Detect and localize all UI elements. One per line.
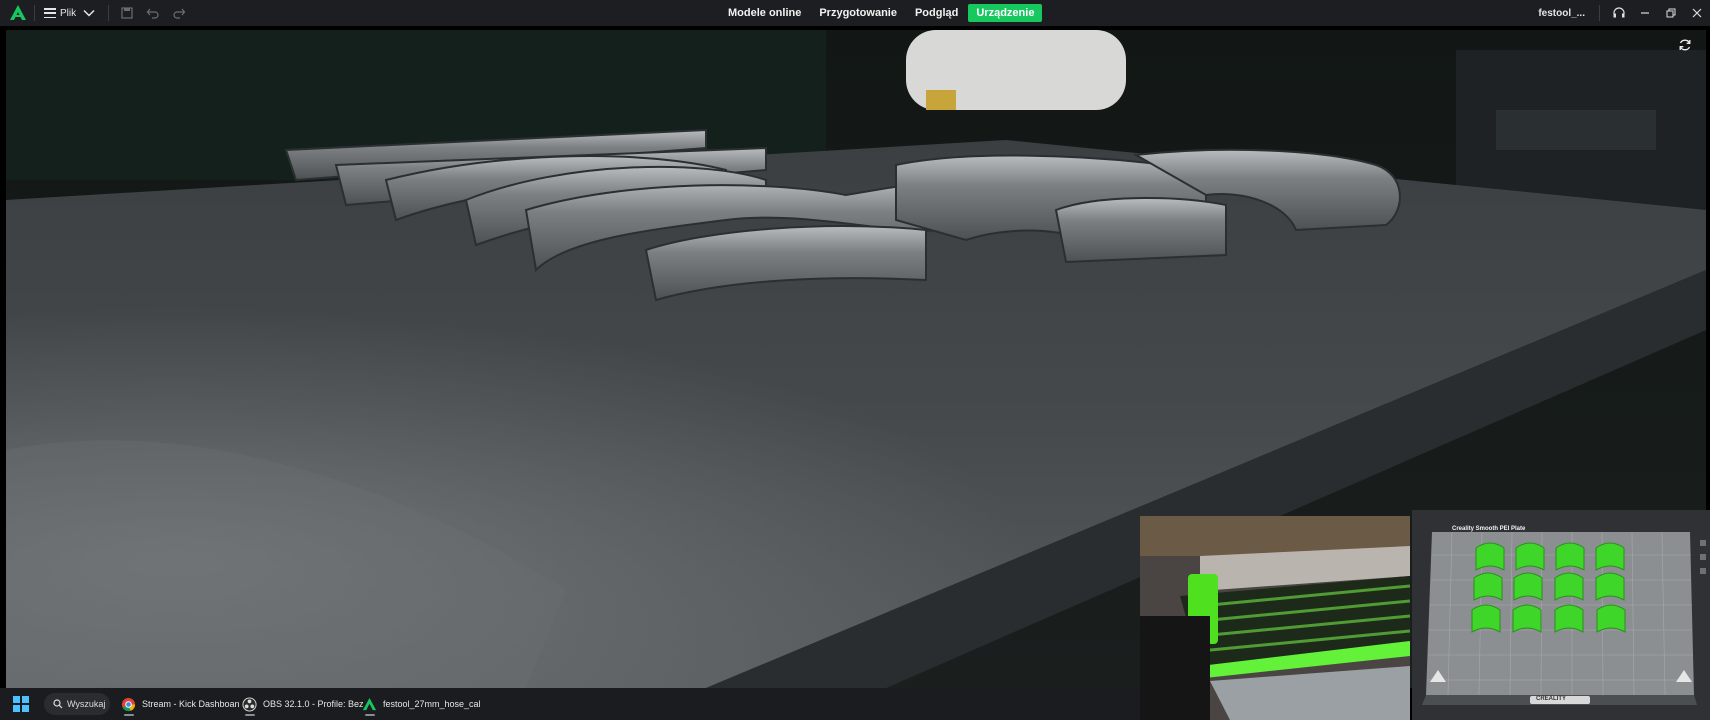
start-tile	[21, 704, 29, 712]
taskbar-item-label: OBS 32.1.0 - Profile: Bez	[263, 699, 364, 709]
redo-icon[interactable]	[172, 6, 186, 20]
running-indicator	[245, 714, 255, 716]
taskbar-item-chrome[interactable]: Stream - Kick Dashboan	[121, 692, 240, 716]
close-icon	[1692, 8, 1702, 18]
title-bar: Plik Modele online Przygotowanie Podgląd…	[0, 0, 1710, 26]
start-tile	[21, 696, 29, 704]
tab-prepare[interactable]: Przygotowanie	[811, 4, 905, 22]
plate-name-label: Creality Smooth PEI Plate	[1452, 526, 1526, 532]
pip-hose-camera	[1140, 516, 1410, 720]
creality-logo-icon[interactable]	[9, 4, 27, 22]
pip-plate-preview: Creality Smooth PEI Plate CREALITY	[1412, 510, 1710, 720]
main-tabs: Modele online Przygotowanie Podgląd Urzą…	[720, 2, 1043, 24]
title-right-controls: festool_...	[1538, 0, 1710, 26]
refresh-icon[interactable]	[1678, 38, 1692, 52]
taskbar-item-creality-print[interactable]: festool_27mm_hose_cal	[362, 692, 481, 716]
headset-icon	[1613, 7, 1625, 18]
plate-render	[1412, 510, 1710, 720]
chevron-down-icon[interactable]	[82, 6, 96, 20]
search-icon	[53, 699, 63, 709]
obs-icon	[242, 696, 257, 712]
divider	[34, 5, 35, 21]
tab-device[interactable]: Urządzenie	[968, 4, 1043, 22]
divider	[108, 5, 109, 21]
search-label: Wyszukaj	[67, 699, 106, 709]
windows-taskbar: Wyszukaj Stream - Kick Dashboan OBS 32.1…	[0, 688, 1140, 720]
support-button[interactable]	[1606, 0, 1632, 26]
restore-icon	[1666, 8, 1676, 18]
save-icon[interactable]	[120, 6, 134, 20]
running-indicator	[124, 714, 134, 716]
pip-hose-image	[1140, 516, 1410, 720]
project-file-name: festool_...	[1538, 7, 1585, 19]
undo-icon[interactable]	[146, 6, 160, 20]
taskbar-item-label: Stream - Kick Dashboan	[142, 699, 240, 709]
chrome-icon	[121, 697, 136, 711]
start-tile	[13, 704, 21, 712]
taskbar-item-obs[interactable]: OBS 32.1.0 - Profile: Bez	[242, 692, 364, 716]
start-tile	[13, 696, 21, 704]
running-indicator	[365, 714, 375, 716]
hamburger-icon	[44, 8, 56, 18]
creality-icon	[362, 697, 377, 710]
maximize-button[interactable]	[1658, 0, 1684, 26]
file-menu-button[interactable]: Plik	[44, 5, 76, 21]
taskbar-search-button[interactable]: Wyszukaj	[44, 693, 110, 715]
file-menu-label: Plik	[60, 7, 77, 19]
divider	[1599, 5, 1600, 21]
plate-brand-label: CREALITY	[1536, 696, 1566, 702]
tab-online-models[interactable]: Modele online	[720, 4, 809, 22]
windows-start-button[interactable]	[13, 696, 29, 712]
minimize-button[interactable]	[1632, 0, 1658, 26]
taskbar-item-label: festool_27mm_hose_cal	[383, 699, 481, 709]
tab-preview[interactable]: Podgląd	[907, 4, 966, 22]
close-button[interactable]	[1684, 0, 1710, 26]
minimize-icon	[1641, 12, 1649, 14]
